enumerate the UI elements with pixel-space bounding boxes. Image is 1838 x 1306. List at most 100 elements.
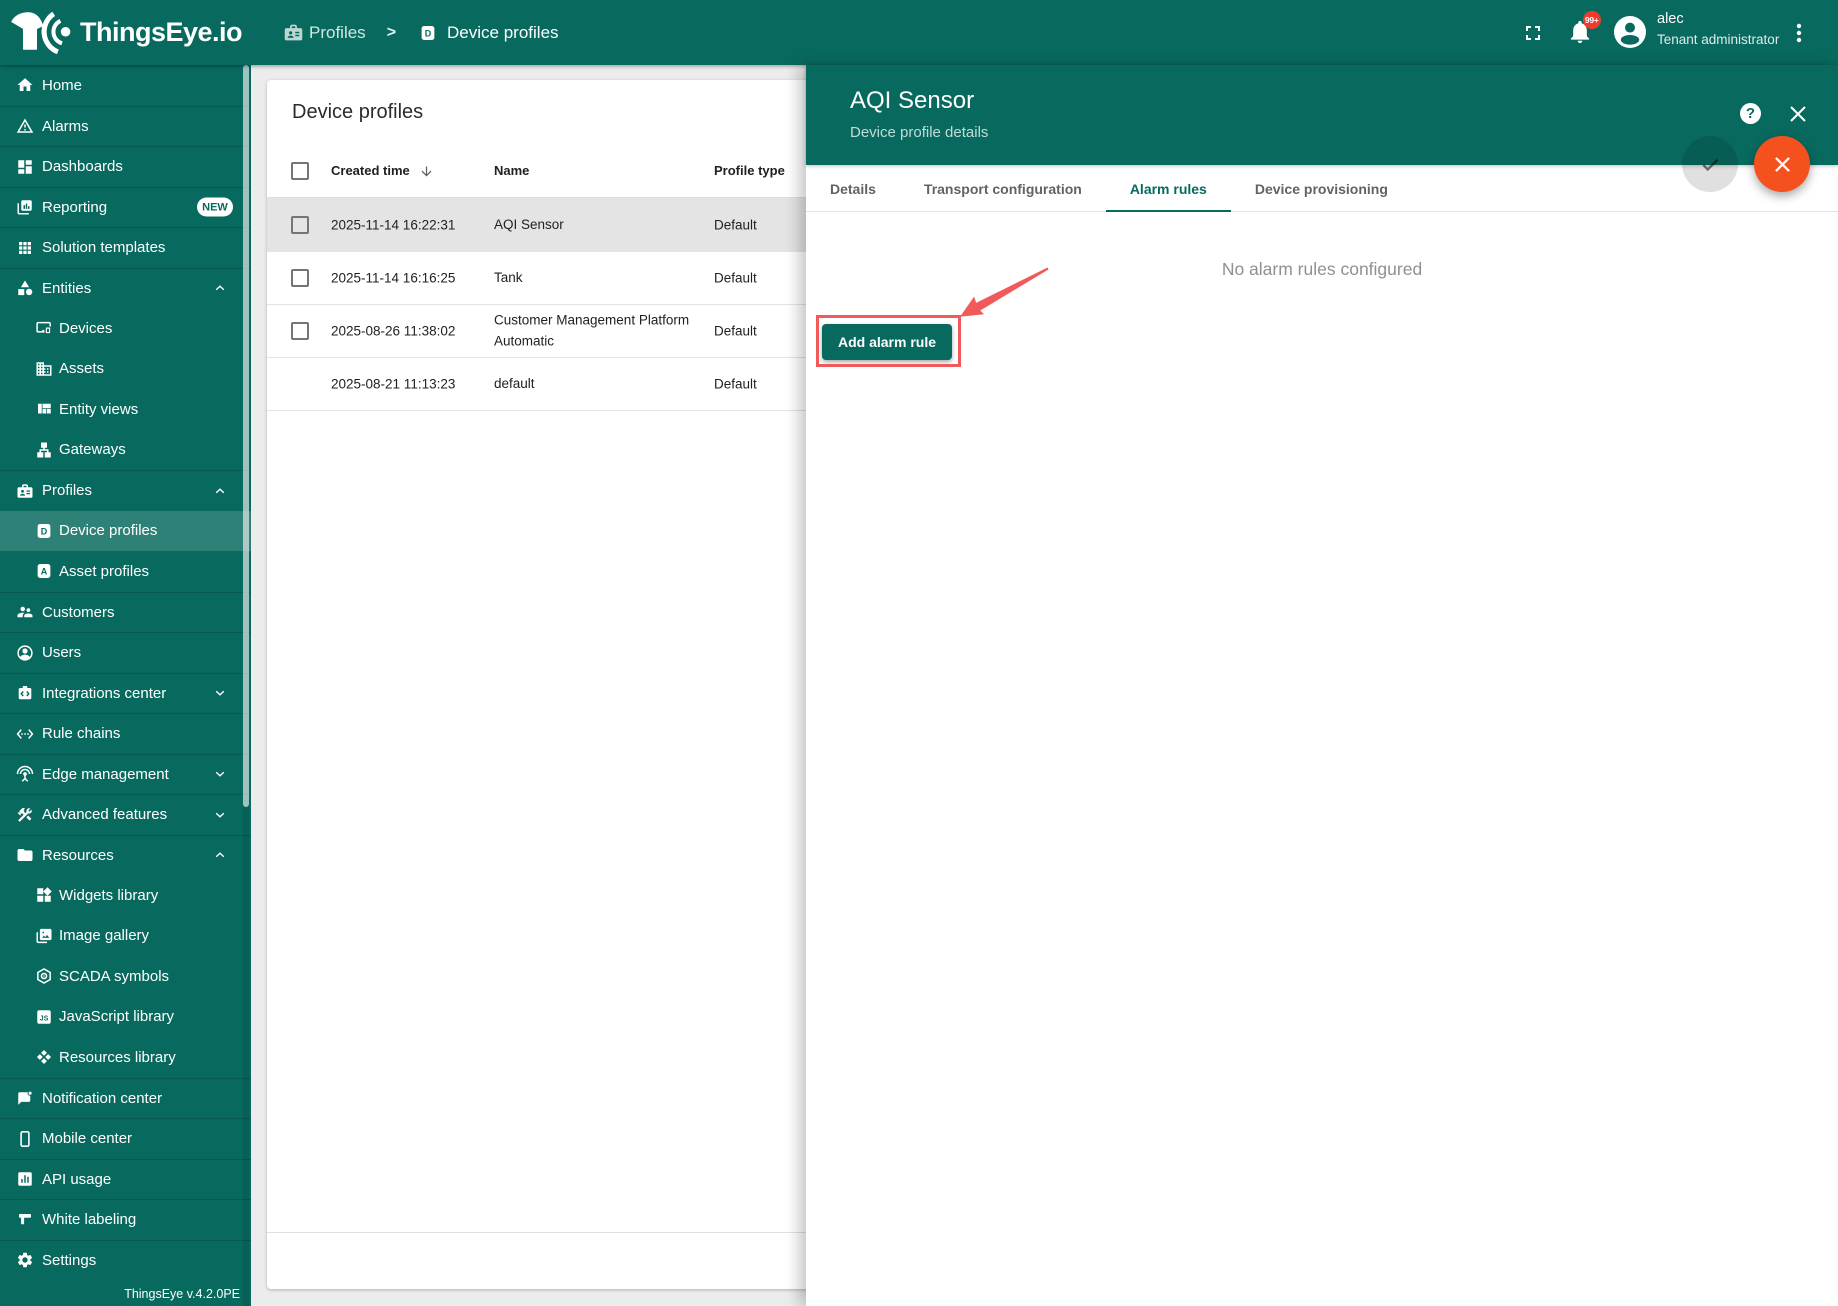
sidebar-item-customers[interactable]: Customers — [0, 592, 251, 633]
details-panel: AQI Sensor Device profile details ? Deta… — [806, 65, 1838, 1306]
sidebar-item-profiles[interactable]: Profiles — [0, 470, 251, 511]
sidebar-scrollbar-thumb[interactable] — [243, 65, 249, 807]
category-icon — [16, 279, 34, 297]
cell-name: Customer Management Platform Automatic — [494, 311, 706, 352]
sidebar-item-label: JavaScript library — [59, 1008, 174, 1025]
reporting-icon — [16, 198, 34, 216]
sidebar-item-label: Users — [42, 644, 81, 661]
dashboard-icon — [16, 158, 34, 176]
reslib-icon — [35, 1048, 53, 1066]
sidebar-item-entity-views[interactable]: Entity views — [0, 389, 251, 430]
tab-alarm-rules[interactable]: Alarm rules — [1106, 165, 1231, 212]
sidebar-item-edge-management[interactable]: Edge management — [0, 754, 251, 795]
sidebar-item-label: API usage — [42, 1171, 111, 1188]
sidebar-item-mobile-center[interactable]: Mobile center — [0, 1118, 251, 1159]
breadcrumb-profiles[interactable]: Profiles — [309, 23, 366, 43]
user-info[interactable]: alec Tenant administrator — [1657, 11, 1779, 48]
chevron-down-icon — [213, 808, 227, 822]
cell-created-time: 2025-08-26 11:38:02 — [331, 324, 455, 339]
sidebar-item-label: Mobile center — [42, 1130, 132, 1147]
row-checkbox[interactable] — [291, 269, 309, 287]
top-bar: ThingsEye.io Profiles > D Device profile… — [0, 0, 1838, 65]
new-badge: NEW — [197, 198, 233, 217]
profiles-badge-icon — [283, 22, 304, 43]
fullscreen-icon — [1521, 21, 1545, 45]
sort-arrow-icon[interactable] — [419, 164, 434, 179]
sidebar-item-api-usage[interactable]: API usage — [0, 1159, 251, 1200]
sidebar-item-device-profiles[interactable]: DDevice profiles — [0, 511, 251, 552]
solution-icon — [16, 239, 34, 257]
sidebar-item-solution-templates[interactable]: Solution templates — [0, 227, 251, 268]
sidebar-item-asset-profiles[interactable]: A Asset profiles — [0, 551, 251, 592]
sidebar-item-advanced-features[interactable]: Advanced features — [0, 794, 251, 835]
sidebar-item-rule-chains[interactable]: Rule chains — [0, 713, 251, 754]
app-version: ThingsEye v.4.2.0PE — [124, 1287, 240, 1301]
sidebar-item-home[interactable]: Home — [0, 65, 251, 106]
panel-subtitle: Device profile details — [850, 124, 988, 141]
sidebar-item-label: Notification center — [42, 1090, 162, 1107]
sidebar-item-dashboards[interactable]: Dashboards — [0, 146, 251, 187]
cell-name: default — [494, 374, 706, 395]
sidebar-item-resources-library[interactable]: Resources library — [0, 1037, 251, 1078]
sidebar-item-settings[interactable]: Settings — [0, 1240, 251, 1281]
cell-created-time: 2025-08-21 11:13:23 — [331, 377, 455, 392]
sidebar-item-assets[interactable]: Assets — [0, 349, 251, 390]
sidebar-item-widgets-library[interactable]: Widgets library — [0, 875, 251, 916]
close-panel-button[interactable] — [1786, 102, 1810, 126]
sidebar-item-label: Asset profiles — [59, 563, 149, 580]
sidebar-item-users[interactable]: Users — [0, 632, 251, 673]
row-checkbox[interactable] — [291, 216, 309, 234]
brand-name: ThingsEye.io — [80, 17, 242, 48]
apply-changes-fab[interactable] — [1682, 136, 1738, 192]
sidebar-item-integrations-center[interactable]: Integrations center — [0, 673, 251, 714]
breadcrumb: Profiles > D Device profiles — [283, 0, 559, 65]
chevron-up-icon — [213, 484, 227, 498]
tab-device-provisioning[interactable]: Device provisioning — [1231, 165, 1412, 212]
check-icon — [1699, 153, 1722, 176]
sidebar-item-white-labeling[interactable]: White labeling — [0, 1199, 251, 1240]
sidebar-item-notification-center[interactable]: Notification center — [0, 1078, 251, 1119]
column-header-name[interactable]: Name — [494, 144, 529, 198]
fullscreen-button[interactable] — [1521, 21, 1545, 45]
cell-name: Tank — [494, 268, 706, 289]
add-alarm-rule-button[interactable]: Add alarm rule — [822, 324, 952, 360]
column-header-profile-type[interactable]: Profile type — [714, 144, 785, 198]
sidebar-item-image-gallery[interactable]: Image gallery — [0, 916, 251, 957]
close-icon — [1786, 102, 1810, 126]
sidebar-item-entities[interactable]: Entities — [0, 268, 251, 309]
cancel-changes-fab[interactable] — [1754, 136, 1810, 192]
sidebar-item-reporting[interactable]: ReportingNEW — [0, 187, 251, 228]
aprofile-icon: A — [35, 562, 53, 580]
user-name: alec — [1657, 11, 1779, 28]
widgets-icon — [35, 886, 53, 904]
app-logo[interactable]: ThingsEye.io — [10, 0, 242, 65]
more-menu-button[interactable] — [1787, 21, 1811, 45]
sidebar-item-label: Assets — [59, 360, 104, 377]
sidebar-item-javascript-library[interactable]: JSJavaScript library — [0, 997, 251, 1038]
sidebar-item-devices[interactable]: Devices — [0, 308, 251, 349]
column-header-created-time[interactable]: Created time — [331, 144, 410, 198]
sidebar-item-label: Customers — [42, 604, 115, 621]
row-checkbox[interactable] — [291, 322, 309, 340]
home-icon — [16, 76, 34, 94]
sidebar-item-gateways[interactable]: Gateways — [0, 430, 251, 471]
person-icon — [1614, 16, 1646, 48]
tab-details[interactable]: Details — [806, 165, 900, 212]
construction-icon — [16, 806, 34, 824]
sidebar-item-scada-symbols[interactable]: SCADA symbols — [0, 956, 251, 997]
sidebar-item-resources[interactable]: Resources — [0, 835, 251, 876]
apiusage-icon — [16, 1170, 34, 1188]
device-profile-icon: D — [419, 24, 437, 42]
breadcrumb-device-profiles[interactable]: Device profiles — [447, 23, 559, 43]
sidebar-item-label: SCADA symbols — [59, 968, 169, 985]
tab-transport-configuration[interactable]: Transport configuration — [900, 165, 1106, 212]
select-all-checkbox[interactable] — [291, 162, 309, 180]
avatar[interactable] — [1614, 16, 1646, 48]
notif-icon — [16, 1089, 34, 1107]
integrations-icon — [16, 684, 34, 702]
sidebar-item-label: Image gallery — [59, 927, 149, 944]
sidebar-item-label: Resources library — [59, 1049, 176, 1066]
sidebar-item-alarms[interactable]: Alarms — [0, 106, 251, 147]
sidebar-item-label: Gateways — [59, 441, 126, 458]
help-button[interactable]: ? — [1740, 103, 1761, 124]
